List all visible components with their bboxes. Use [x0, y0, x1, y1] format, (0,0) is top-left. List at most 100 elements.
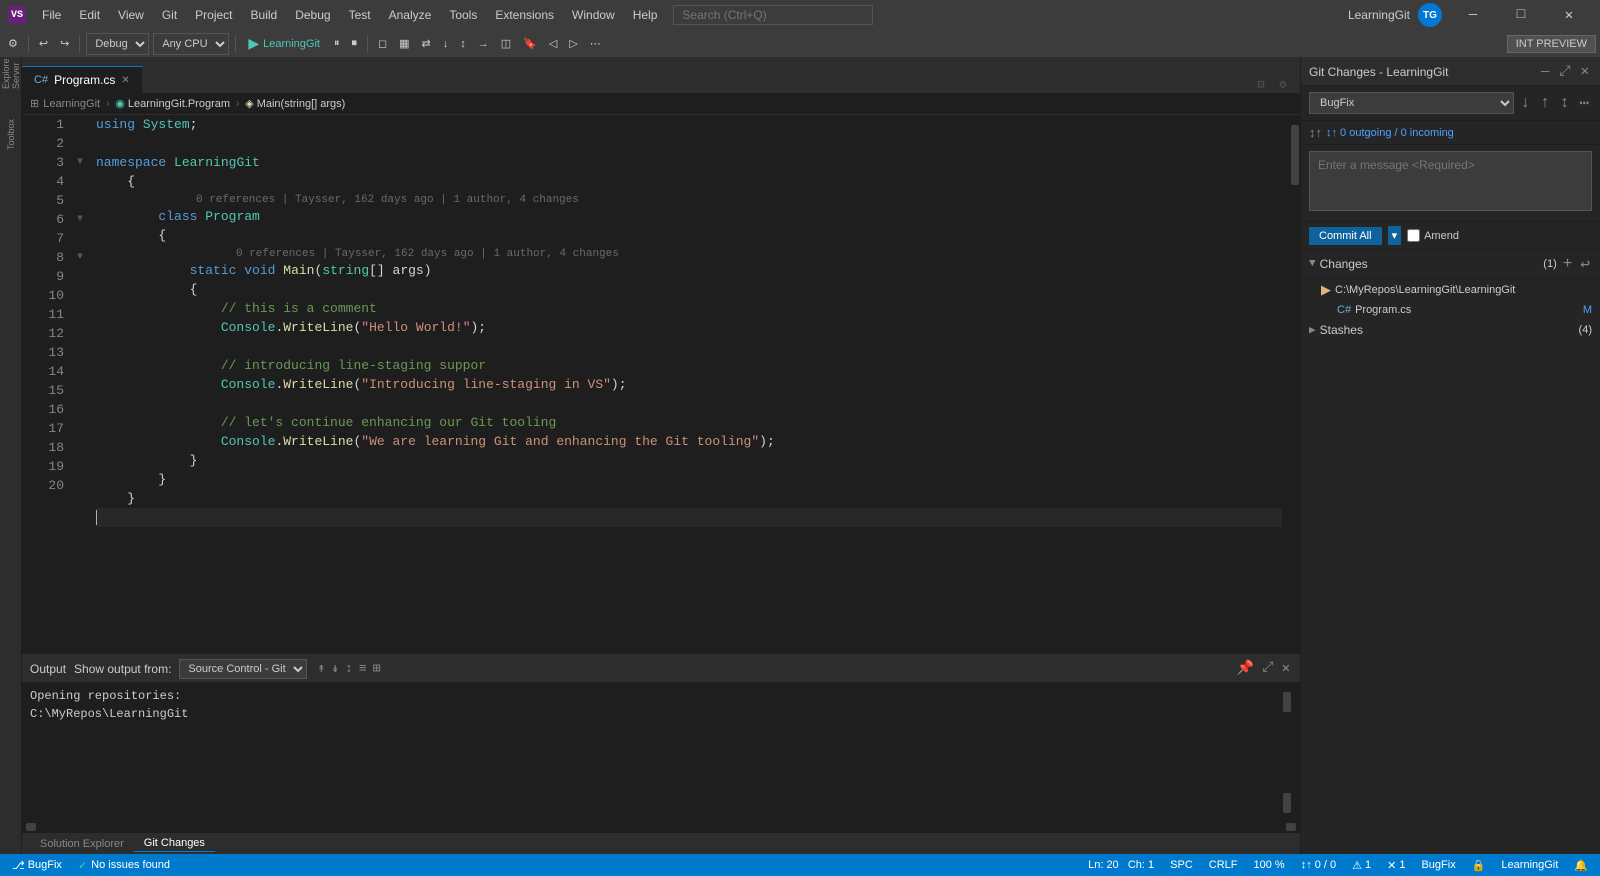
tab-solution-explorer[interactable]: Solution Explorer — [30, 836, 134, 852]
git-message-input[interactable] — [1309, 151, 1592, 211]
status-git-branch[interactable]: ⎇ BugFix — [8, 859, 66, 872]
toolbar-extra-btn7[interactable]: ◫ — [497, 35, 515, 52]
git-close-btn[interactable]: ✕ — [1578, 63, 1592, 80]
toolbar-extra-btn4[interactable]: ↓ — [439, 36, 453, 52]
commit-dropdown-button[interactable]: ▾ — [1388, 226, 1402, 245]
git-pull-btn[interactable]: ↑ — [1537, 94, 1553, 112]
menu-analyze[interactable]: Analyze — [381, 6, 440, 24]
menu-edit[interactable]: Edit — [71, 6, 108, 24]
menu-extensions[interactable]: Extensions — [487, 6, 562, 24]
status-repo-right[interactable]: LearningGit — [1497, 859, 1562, 871]
amend-checkbox[interactable] — [1407, 229, 1420, 242]
menu-project[interactable]: Project — [187, 6, 240, 24]
output-btn-4[interactable]: ≡ — [357, 659, 369, 678]
git-sync-link[interactable]: ↕↑ 0 outgoing / 0 incoming — [1326, 127, 1454, 139]
minimize-button[interactable]: — — [1450, 0, 1496, 30]
status-notification[interactable]: 🔔 — [1570, 859, 1592, 872]
output-btn-5[interactable]: ⊞ — [371, 659, 383, 678]
git-more-btn[interactable]: ⋯ — [1576, 93, 1592, 113]
menu-build[interactable]: Build — [243, 6, 286, 24]
menu-tools[interactable]: Tools — [441, 6, 485, 24]
menu-view[interactable]: View — [110, 6, 152, 24]
output-btn-3[interactable]: ↕ — [343, 659, 355, 678]
redo-button[interactable]: ↪ — [56, 35, 73, 52]
status-line[interactable]: Ln: 20 Ch: 1 — [1084, 859, 1158, 871]
avatar[interactable]: TG — [1418, 3, 1442, 27]
git-stage-all-btn[interactable]: + — [1561, 255, 1575, 273]
pin-button[interactable]: 📌 — [1235, 660, 1256, 677]
menu-test[interactable]: Test — [341, 6, 379, 24]
collapse-btn-2[interactable]: ▼ — [72, 210, 88, 229]
menu-window[interactable]: Window — [564, 6, 623, 24]
status-branch-right[interactable]: BugFix — [1417, 859, 1459, 871]
file-name: Program.cs — [1355, 304, 1411, 316]
amend-checkbox-label[interactable]: Amend — [1407, 229, 1459, 242]
status-errors[interactable]: ✕ 1 — [1383, 859, 1409, 872]
output-btn-2[interactable]: ↡ — [329, 659, 341, 678]
toolbar-extra-btn8[interactable]: 🔖 — [519, 35, 541, 52]
git-collapse-btn[interactable]: — — [1538, 64, 1552, 80]
collapse-btn-1[interactable]: ▼ — [72, 153, 88, 172]
collapse-btn-3[interactable]: ▼ — [72, 248, 88, 267]
menu-file[interactable]: File — [34, 6, 69, 24]
changes-collapse-icon[interactable]: ▼ — [1309, 258, 1316, 270]
split-editor-btn[interactable]: ⊟ — [1252, 75, 1270, 93]
toolbar-extra-btn9[interactable]: ◁ — [545, 35, 561, 52]
breadcrumb-method[interactable]: ◈ Main(string[] args) — [245, 97, 345, 110]
status-line-ending[interactable]: CRLF — [1205, 859, 1242, 871]
status-zoom[interactable]: 100 % — [1250, 859, 1289, 871]
git-fetch-btn[interactable]: ↓ — [1518, 94, 1534, 112]
toolbar-stop-btn[interactable]: ⏹ — [347, 35, 361, 52]
status-no-issues[interactable]: ✓ No issues found — [74, 859, 174, 872]
move-panel-btn[interactable]: ⤢ — [1260, 660, 1275, 677]
git-stashes-section[interactable]: ▶ Stashes (4) — [1301, 319, 1600, 341]
int-preview-button[interactable]: INT PREVIEW — [1507, 35, 1596, 53]
git-changes-title[interactable]: Changes — [1320, 257, 1540, 271]
toolbar-extra-btn6[interactable]: → — [474, 36, 493, 52]
status-warnings[interactable]: ⚠ 1 — [1348, 859, 1375, 872]
output-source-select[interactable]: Source Control - Git — [179, 659, 307, 679]
breadcrumb-namespace[interactable]: ◉ LearningGit.Program — [115, 97, 230, 110]
status-git-sync-count[interactable]: ↕↑ 0 / 0 — [1297, 859, 1340, 871]
properties-btn[interactable]: ⚙ — [1274, 75, 1292, 93]
menu-git[interactable]: Git — [154, 6, 185, 24]
git-undock-btn[interactable]: ⤢ — [1556, 64, 1573, 80]
toolbar-extra-btn3[interactable]: ⇄ — [418, 35, 435, 52]
output-btn-1[interactable]: ↟ — [315, 659, 327, 678]
output-h-scrollbar[interactable] — [22, 822, 1300, 832]
sidebar-item-server-explorer[interactable]: Server Explorer — [1, 62, 21, 82]
tab-git-changes[interactable]: Git Changes — [134, 835, 215, 852]
maximize-button[interactable]: □ — [1498, 0, 1544, 30]
status-lock[interactable]: 🔒 — [1468, 859, 1490, 872]
editor-scrollbar-vertical[interactable] — [1290, 115, 1300, 654]
toolbar-extra-btn10[interactable]: ▷ — [565, 35, 581, 52]
run-button[interactable]: ▶ LearningGit — [242, 33, 326, 54]
platform-select[interactable]: Any CPU — [153, 33, 229, 55]
close-button[interactable]: ✕ — [1546, 0, 1592, 30]
debug-mode-select[interactable]: Debug — [86, 33, 149, 55]
toolbar-extra-btn11[interactable]: ⋯ — [586, 35, 605, 52]
toolbar-pause-btn[interactable]: ⏸ — [330, 35, 344, 52]
tab-program-cs[interactable]: C# Program.cs ✕ — [22, 66, 143, 93]
undo-button[interactable]: ↩ — [35, 35, 52, 52]
menu-help[interactable]: Help — [625, 6, 666, 24]
status-encoding[interactable]: SPC — [1166, 859, 1197, 871]
git-discard-all-btn[interactable]: ↩ — [1578, 254, 1592, 274]
stashes-collapse-icon[interactable]: ▶ — [1309, 323, 1316, 337]
tab-close-button[interactable]: ✕ — [121, 75, 129, 86]
code-content[interactable]: using System; namespace LearningGit { 0 … — [88, 115, 1290, 654]
git-folder-item[interactable]: ▶ C:\MyRepos\LearningGit\LearningGit — [1301, 279, 1600, 301]
close-panel-btn[interactable]: ✕ — [1280, 660, 1292, 677]
commit-all-button[interactable]: Commit All — [1309, 227, 1382, 245]
toolbar-extra-btn[interactable]: ◻ — [374, 35, 391, 52]
toolbar-extra-btn5[interactable]: ↕ — [456, 36, 470, 52]
breadcrumb-project[interactable]: ⊞ LearningGit — [30, 97, 100, 110]
menu-debug[interactable]: Debug — [287, 6, 338, 24]
sidebar-item-toolbox[interactable]: Toolbox — [1, 124, 21, 144]
git-branch-select[interactable]: BugFix — [1309, 92, 1514, 114]
toolbar-extra-btn2[interactable]: ▦ — [395, 35, 413, 52]
git-file-item[interactable]: C# Program.cs M — [1301, 301, 1600, 319]
git-push-btn[interactable]: ↕ — [1557, 94, 1573, 112]
output-scrollbar[interactable] — [1282, 687, 1292, 818]
search-input[interactable] — [673, 5, 873, 25]
